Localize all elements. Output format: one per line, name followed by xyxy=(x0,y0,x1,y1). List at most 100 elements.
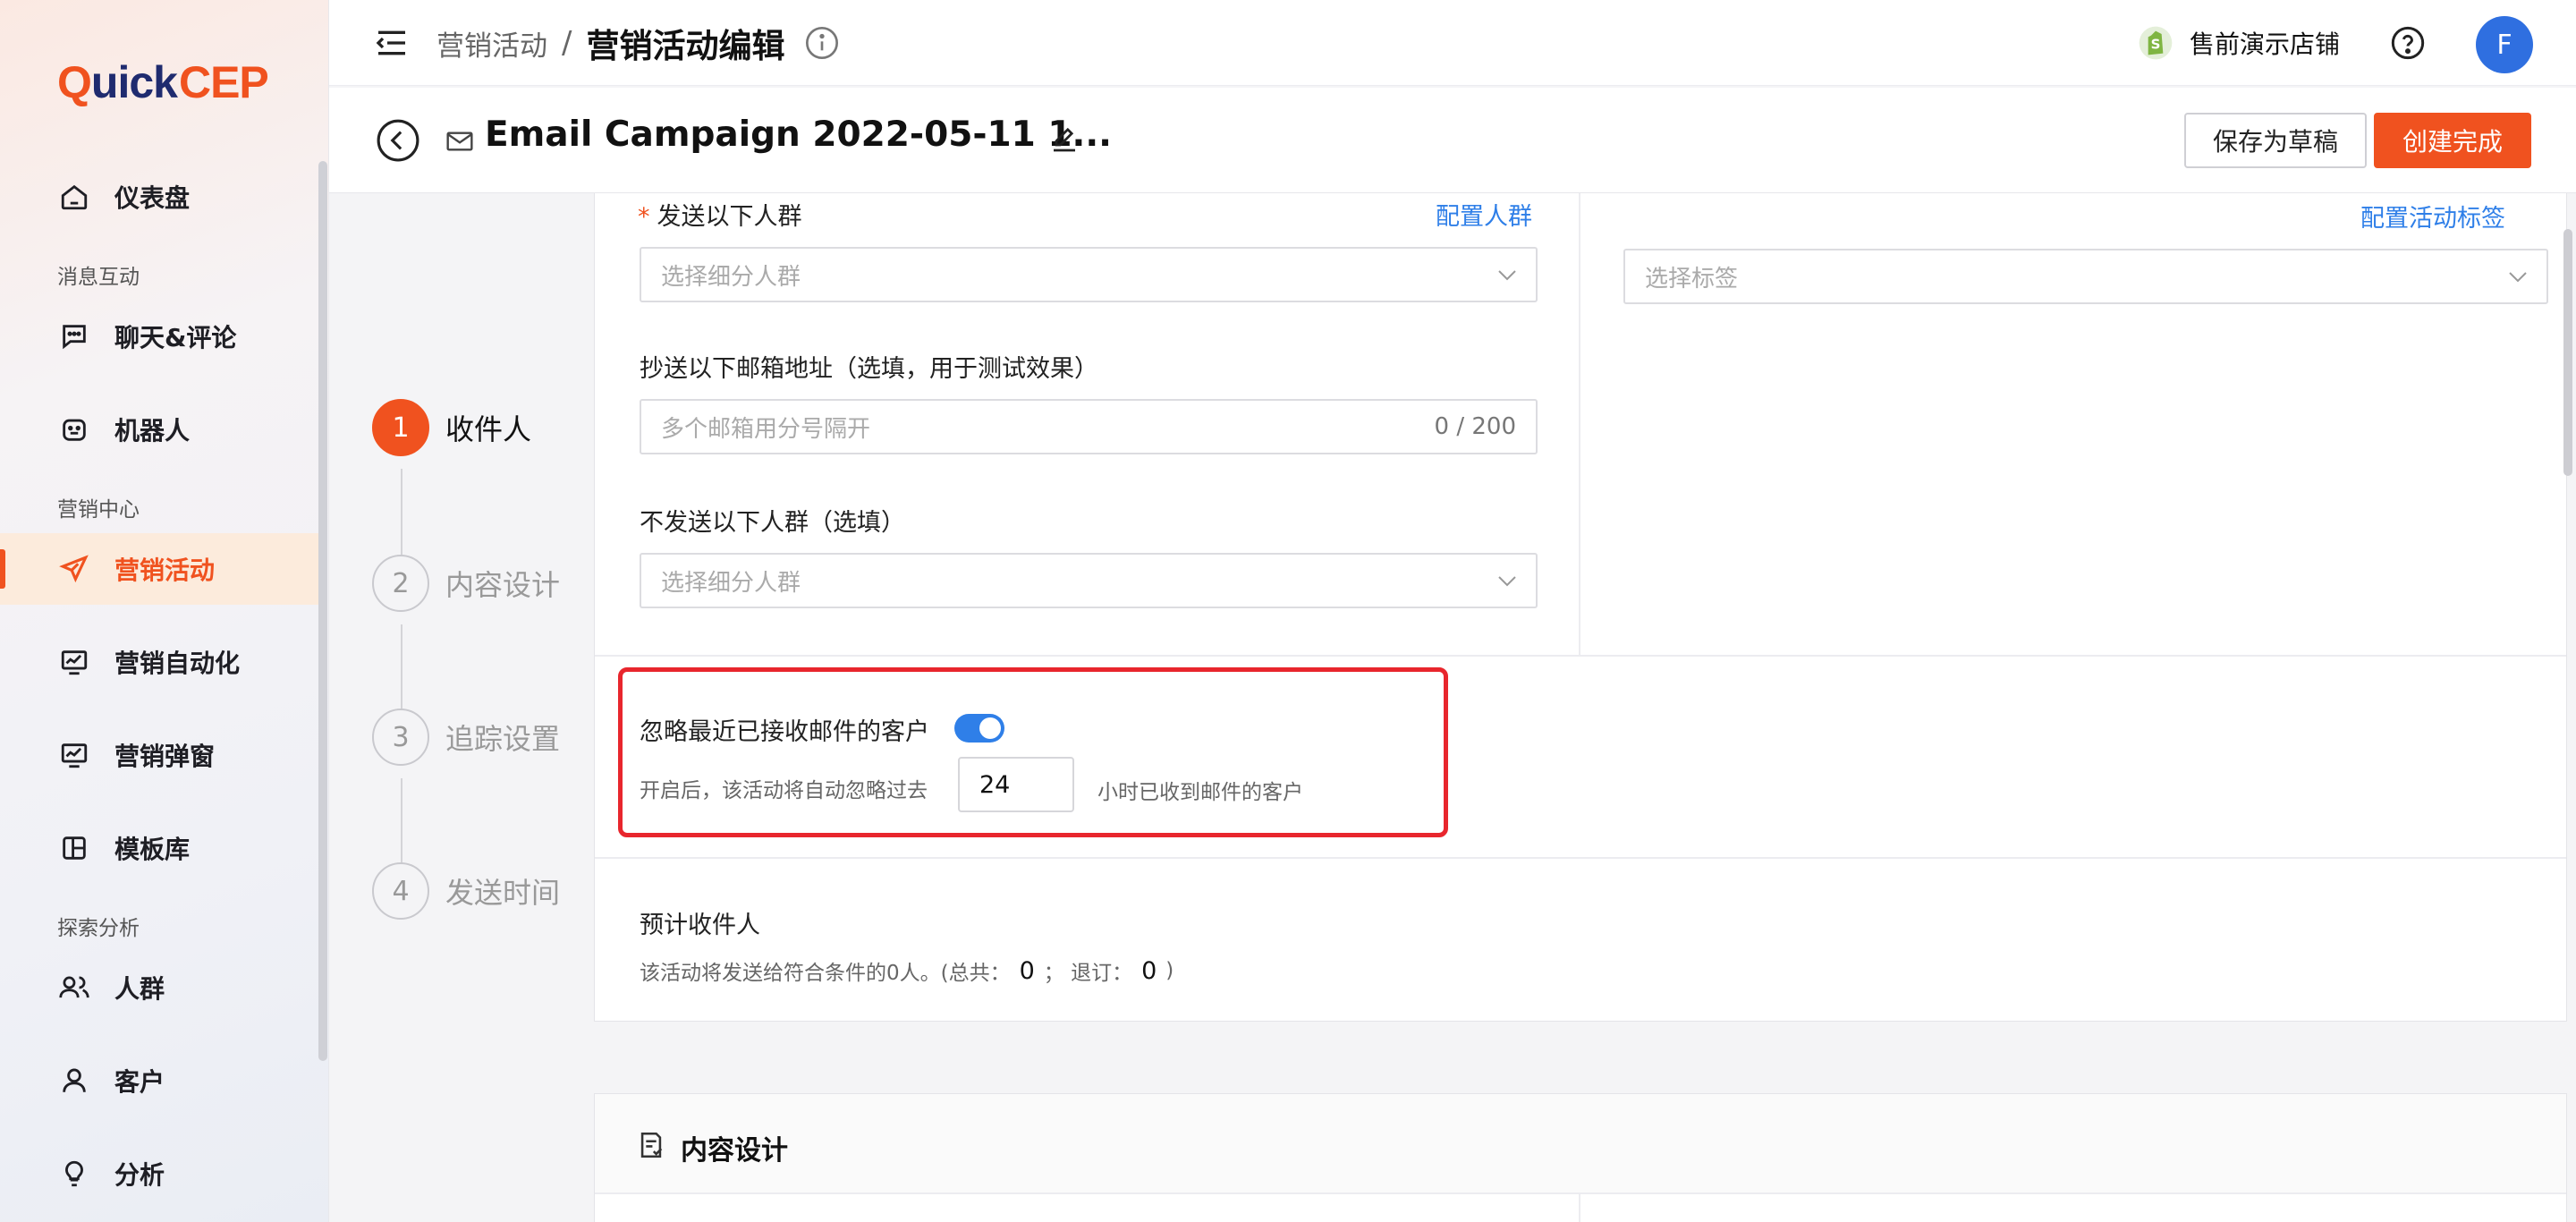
step-connector xyxy=(401,469,402,558)
sidebar-item-customers[interactable]: 客户 xyxy=(0,1045,318,1116)
step-connector xyxy=(401,624,402,712)
store-name: 售前演示店铺 xyxy=(2190,30,2341,59)
sidebar-item-label: 分析 xyxy=(114,1160,165,1190)
section-divider xyxy=(595,655,2566,657)
sidebar-item-label: 模板库 xyxy=(114,835,191,864)
sidebar-item-audiences[interactable]: 人群 xyxy=(0,952,318,1023)
sidebar-item-dashboard[interactable]: 仪表盘 xyxy=(0,161,318,233)
send-icon xyxy=(57,552,91,586)
sidebar-scrollbar[interactable] xyxy=(318,161,327,1061)
ignore-recent-toggle[interactable] xyxy=(954,714,1004,743)
campaign-titlebar: Email Campaign 2022-05-11 1... 保存为草稿 创建完… xyxy=(329,88,2576,193)
character-counter: 0 / 200 xyxy=(1434,413,1516,440)
ignore-recent-label: 忽略最近已接收邮件的客户 xyxy=(640,718,929,746)
tag-select[interactable]: 选择标签 xyxy=(1623,249,2548,304)
quickcep-logo[interactable]: Quick CEP xyxy=(57,54,269,111)
configure-audience-link[interactable]: 配置人群 xyxy=(1436,197,1532,232)
shopify-icon: S xyxy=(2139,26,2173,60)
cc-placeholder: 多个邮箱用分号隔开 xyxy=(661,415,871,443)
column-divider xyxy=(1579,1192,1580,1222)
section-divider xyxy=(595,857,2566,859)
ignore-hint-before: 开启后，该活动将自动忽略过去 xyxy=(640,779,928,802)
document-icon xyxy=(640,1132,663,1158)
sidebar-item-chat[interactable]: 聊天&评论 xyxy=(0,301,318,372)
sidebar-item-label: 仪表盘 xyxy=(114,183,191,213)
exclude-label: 不发送以下人群（选填） xyxy=(640,509,905,537)
step-content-design[interactable]: 2 内容设计 xyxy=(372,555,560,612)
step-label: 发送时间 xyxy=(445,876,561,910)
sidebar-item-label: 机器人 xyxy=(114,416,191,446)
section-marketing: 营销中心 xyxy=(57,498,140,522)
step-send-time[interactable]: 4 发送时间 xyxy=(372,862,560,920)
estimate-close: ) xyxy=(1165,959,1174,982)
popup-icon xyxy=(57,738,91,772)
sidebar-item-popups[interactable]: 营销弹窗 xyxy=(0,719,318,791)
select-placeholder: 选择细分人群 xyxy=(661,263,801,291)
breadcrumb-campaigns[interactable]: 营销活动 xyxy=(436,23,547,64)
recipients-card: * 发送以下人群 配置人群 选择细分人群 抄送以下邮箱地址（选填，用于测试效果） … xyxy=(594,193,2567,1022)
back-button[interactable] xyxy=(376,118,420,163)
page-scrollbar[interactable] xyxy=(2563,229,2572,476)
logo-uick: uick xyxy=(90,57,178,107)
send-to-label: * 发送以下人群 xyxy=(638,197,802,232)
svg-text:S: S xyxy=(2151,37,2161,53)
bulb-icon xyxy=(57,1157,91,1191)
campaign-name: Email Campaign 2022-05-11 1... xyxy=(485,115,1112,155)
estimate-unsubscribed: 0 xyxy=(1141,956,1157,985)
help-icon[interactable] xyxy=(2390,25,2426,61)
step-number: 4 xyxy=(372,862,429,920)
sidebar: Quick CEP 仪表盘 消息互动 聊天&评论 机器人 营销中心 营销活动 营销… xyxy=(0,0,329,1222)
sidebar-item-robot[interactable]: 机器人 xyxy=(0,394,318,465)
step-label: 内容设计 xyxy=(445,568,561,602)
step-recipients[interactable]: 1 收件人 xyxy=(372,399,531,456)
content-design-body xyxy=(595,1192,2566,1222)
step-number: 3 xyxy=(372,709,429,766)
users-icon xyxy=(57,971,91,1005)
step-connector xyxy=(401,778,402,866)
sidebar-item-label: 聊天&评论 xyxy=(114,323,237,352)
menu-collapse-icon[interactable] xyxy=(374,25,410,61)
edit-icon[interactable] xyxy=(1048,123,1080,156)
breadcrumb-separator: / xyxy=(562,25,572,61)
info-icon[interactable] xyxy=(804,25,840,61)
configure-tag-link[interactable]: 配置活动标签 xyxy=(2360,199,2505,233)
estimate-total: 0 xyxy=(1019,956,1035,985)
step-number: 1 xyxy=(372,399,429,456)
logo-cep: CEP xyxy=(178,57,269,107)
sidebar-item-label: 营销自动化 xyxy=(114,649,241,678)
sidebar-item-templates[interactable]: 模板库 xyxy=(0,812,318,884)
breadcrumb: 营销活动 / 营销活动编辑 xyxy=(436,21,840,65)
create-complete-button[interactable]: 创建完成 xyxy=(2374,113,2531,168)
save-draft-button[interactable]: 保存为草稿 xyxy=(2184,113,2367,168)
step-label: 收件人 xyxy=(445,412,532,446)
section-messaging: 消息互动 xyxy=(57,266,140,289)
chevron-down-icon xyxy=(1498,270,1516,281)
logo-q: Q xyxy=(57,57,92,107)
estimate-unsub-label: ； 退订： xyxy=(1043,962,1133,985)
home-icon xyxy=(57,180,91,214)
select-placeholder: 选择标签 xyxy=(1645,265,1739,293)
user-icon xyxy=(57,1064,91,1098)
store-switcher[interactable]: S 售前演示店铺 xyxy=(2138,23,2340,63)
cc-email-input[interactable]: 多个邮箱用分号隔开 0 / 200 xyxy=(640,399,1538,454)
template-icon xyxy=(57,831,91,865)
sidebar-item-label: 营销弹窗 xyxy=(114,742,216,771)
chevron-down-icon xyxy=(1498,576,1516,587)
automation-icon xyxy=(57,645,91,679)
ignore-hint-after: 小时已收到邮件的客户 xyxy=(1097,781,1303,804)
sidebar-item-label: 客户 xyxy=(114,1067,165,1097)
content-design-card: 内容设计 xyxy=(594,1093,2567,1222)
user-avatar[interactable]: F xyxy=(2476,16,2533,73)
ignore-hours-input[interactable]: 24 xyxy=(958,757,1074,812)
page-title: 营销活动编辑 xyxy=(586,27,785,65)
top-header: 营销活动 / 营销活动编辑 S 售前演示店铺 F xyxy=(329,0,2576,86)
send-to-select[interactable]: 选择细分人群 xyxy=(640,247,1538,302)
step-label: 追踪设置 xyxy=(445,722,561,756)
sidebar-item-analysis[interactable]: 分析 xyxy=(0,1138,318,1209)
column-divider xyxy=(1579,193,1580,655)
exclude-select[interactable]: 选择细分人群 xyxy=(640,553,1538,608)
step-tracking[interactable]: 3 追踪设置 xyxy=(372,709,560,766)
step-number: 2 xyxy=(372,555,429,612)
sidebar-item-automation[interactable]: 营销自动化 xyxy=(0,626,318,698)
sidebar-item-campaigns[interactable]: 营销活动 xyxy=(0,533,318,605)
